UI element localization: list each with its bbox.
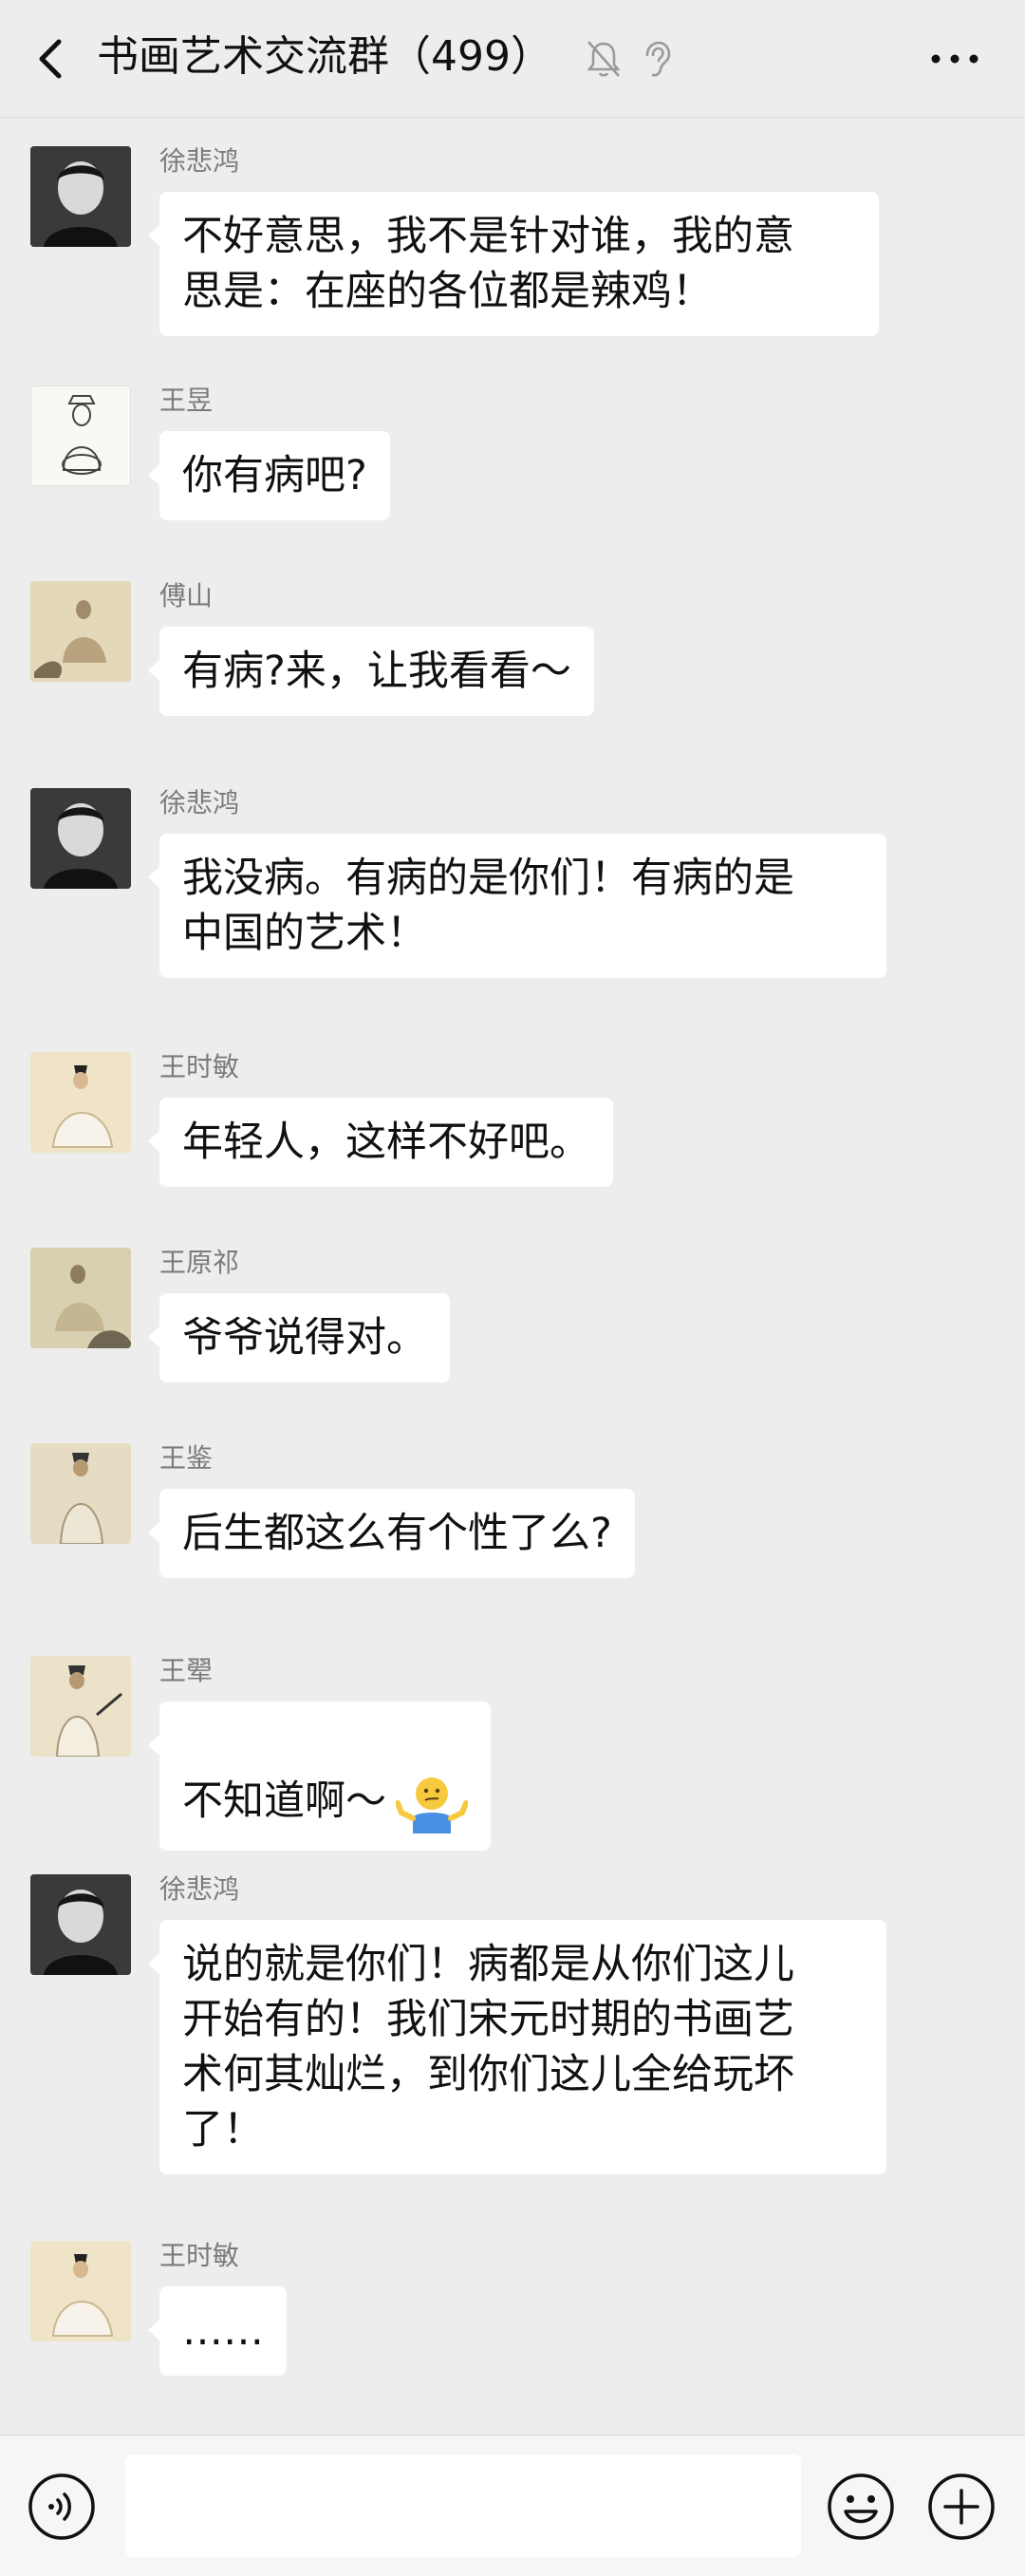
message-bubble[interactable]: ……	[148, 2286, 287, 2376]
chat-header: 书画艺术交流群（499）	[0, 0, 1025, 118]
back-icon[interactable]	[30, 36, 72, 82]
message-bubble[interactable]: 不知道啊～	[148, 1702, 491, 1851]
sender-name: 王时敏	[159, 2240, 240, 2271]
message-bubble[interactable]: 爷爷说得对。	[148, 1293, 450, 1382]
sender-name: 王翚	[159, 1655, 214, 1686]
message-input[interactable]	[125, 2454, 801, 2557]
message-bubble[interactable]: 有病?来，让我看看～	[148, 627, 594, 716]
sender-name: 王原祁	[159, 1247, 240, 1278]
standing-scholar-avatar[interactable]	[30, 1656, 131, 1757]
sender-name: 傅山	[159, 580, 214, 611]
ear-icon	[645, 41, 671, 77]
chat-message-list[interactable]: 徐悲鸿 不好意思，我不是针对谁，我的意 思是：在座的各位都是辣鸡！ 王昱 你有病…	[0, 118, 1025, 2435]
court-official-avatar[interactable]	[30, 2241, 131, 2341]
voice-icon[interactable]	[27, 2472, 97, 2542]
message-bubble[interactable]: 你有病吧?	[148, 431, 390, 520]
mute-bell-icon	[587, 41, 621, 77]
court-official-avatar[interactable]	[30, 1052, 131, 1153]
sender-name: 王昱	[159, 385, 214, 416]
more-icon[interactable]	[926, 38, 983, 80]
message-bubble[interactable]: 后生都这么有个性了么?	[148, 1489, 635, 1578]
shrug-emoji	[396, 1777, 468, 1833]
chat-title: 书画艺术交流群（499）	[97, 32, 552, 81]
message-bubble[interactable]: 不好意思，我不是针对谁，我的意 思是：在座的各位都是辣鸡！	[148, 192, 879, 336]
plus-icon[interactable]	[926, 2472, 997, 2542]
seated-scholar-avatar[interactable]	[30, 1248, 131, 1348]
message-bubble[interactable]: 说的就是你们！病都是从你们这儿 开始有的！我们宋元时期的书画艺 术何其灿烂，到你…	[148, 1920, 886, 2174]
ink-portrait-avatar[interactable]	[30, 788, 131, 889]
sender-name: 王时敏	[159, 1051, 240, 1082]
standing-scholar-avatar[interactable]	[30, 1443, 131, 1544]
message-bubble[interactable]: 年轻人，这样不好吧。	[148, 1098, 613, 1187]
message-bubble[interactable]: 我没病。有病的是你们！有病的是 中国的艺术！	[148, 834, 886, 978]
ink-portrait-avatar[interactable]	[30, 1874, 131, 1975]
sender-name: 徐悲鸿	[159, 787, 240, 818]
message-text: 不知道啊～	[182, 1777, 386, 1825]
seated-scholar-avatar[interactable]	[30, 581, 131, 682]
sender-name: 王鉴	[159, 1442, 214, 1474]
sender-name: 徐悲鸿	[159, 145, 240, 177]
sketch-figure-avatar[interactable]	[30, 385, 131, 486]
sender-name: 徐悲鸿	[159, 1873, 240, 1905]
emoji-icon[interactable]	[826, 2472, 896, 2542]
ink-portrait-avatar[interactable]	[30, 146, 131, 247]
input-bar	[0, 2435, 1025, 2576]
